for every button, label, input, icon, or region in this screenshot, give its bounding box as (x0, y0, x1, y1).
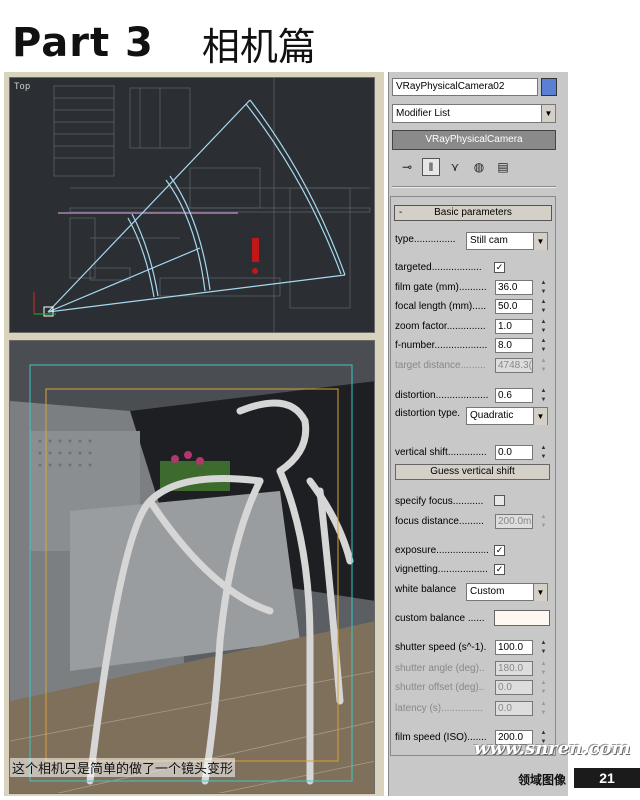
chevron-down-icon: ▼ (533, 408, 547, 425)
chevron-down-icon: ▼ (533, 233, 547, 250)
film-gate-spinner[interactable]: ▲ ▼ (539, 280, 548, 295)
distortion-input[interactable]: 0.6 (495, 388, 533, 403)
figure-caption: 这个相机只是简单的做了一个镜头变形 (10, 758, 236, 777)
site-watermark: www.snren.com (474, 738, 631, 759)
zoom-factor-input[interactable]: 1.0 (495, 319, 533, 334)
target-distance-input: 4748.3( (495, 358, 533, 373)
shutter-offset-spinner: ▲ ▼ (540, 680, 547, 695)
render-preview (10, 341, 374, 793)
white-balance-value: Custom (470, 586, 505, 597)
collapse-icon: - (399, 207, 403, 218)
focal-length-spinner[interactable]: ▲ ▼ (539, 299, 548, 314)
latency-input: 0.0 (495, 701, 533, 716)
vignetting-label: vignetting.................. (395, 564, 488, 575)
zoom-factor-label: zoom factor.............. (395, 321, 486, 332)
distortion-label: distortion................... (395, 390, 489, 401)
focal-length-label: focal length (mm)..... (395, 301, 487, 312)
f-number-label: f-number................... (395, 340, 488, 351)
rollout-title: Basic parameters (434, 207, 512, 218)
divider (392, 186, 556, 188)
type-value: Still cam (470, 235, 508, 246)
specify-focus-label: specify focus........... (395, 496, 484, 507)
f-number-input[interactable]: 8.0 (495, 338, 533, 353)
rollout-header[interactable]: - Basic parameters (394, 205, 552, 221)
vignetting-checkbox[interactable]: ✓ (494, 564, 505, 575)
white-balance-dropdown[interactable]: Custom ▼ (466, 583, 548, 601)
vertical-shift-spinner[interactable]: ▲ ▼ (539, 445, 548, 460)
part-number: Part 3 (12, 20, 154, 66)
shutter-speed-spinner[interactable]: ▲ ▼ (539, 640, 548, 655)
page-number: 21 (574, 768, 640, 788)
shutter-speed-input[interactable]: 100.0 (495, 640, 533, 655)
make-unique-icon[interactable]: ⋎ (446, 158, 464, 176)
vertical-shift-label: vertical shift.............. (395, 447, 487, 458)
distortion-type-dropdown[interactable]: Quadratic ▼ (466, 407, 548, 425)
film-speed-label: film speed (ISO)....... (395, 732, 487, 743)
shutter-angle-input: 180.0 (495, 661, 533, 676)
modifier-list-label: Modifier List (396, 108, 450, 119)
shutter-speed-label: shutter speed (s^-1). (395, 642, 487, 653)
top-viewport[interactable]: Top (9, 77, 375, 333)
latency-spinner: ▲ ▼ (540, 701, 547, 716)
shutter-offset-label: shutter offset (deg).. (395, 682, 485, 693)
focus-distance-label: focus distance......... (395, 516, 484, 527)
stack-toolbar: ⊸ ‖ ⋎ ◍ ▤ (392, 156, 556, 178)
exposure-checkbox[interactable]: ✓ (494, 545, 505, 556)
film-gate-input[interactable]: 36.0 (495, 280, 533, 295)
shutter-angle-spinner: ▲ ▼ (540, 661, 547, 676)
distortion-type-value: Quadratic (470, 410, 514, 421)
shutter-angle-label: shutter angle (deg).. (395, 663, 485, 674)
type-label: type............... (395, 234, 456, 245)
object-name-field[interactable]: VRayPhysicalCamera02 (392, 78, 538, 96)
section-name: 领域图像 (518, 773, 567, 787)
page-title: 相机篇 (201, 24, 316, 69)
specify-focus-checkbox[interactable] (494, 495, 505, 506)
exposure-label: exposure................... (395, 545, 489, 556)
pin-stack-icon[interactable]: ⊸ (398, 158, 416, 176)
zoom-factor-spinner[interactable]: ▲ ▼ (539, 319, 548, 334)
perspective-viewport[interactable] (9, 340, 375, 794)
chevron-down-icon: ▼ (533, 584, 547, 601)
distortion-type-label: distortion type. (395, 408, 461, 419)
remove-modifier-icon[interactable]: ◍ (470, 158, 488, 176)
targeted-label: targeted.................. (395, 262, 482, 273)
type-dropdown[interactable]: Still cam ▼ (466, 232, 548, 250)
target-distance-spinner: ▲ ▼ (540, 358, 547, 373)
distortion-spinner[interactable]: ▲ ▼ (539, 388, 548, 403)
focus-distance-input: 200.0m (495, 514, 533, 529)
shutter-offset-input: 0.0 (495, 680, 533, 695)
custom-balance-label: custom balance ...... (395, 613, 485, 624)
show-end-result-icon[interactable]: ‖ (422, 158, 440, 176)
top-view-drawing (33, 78, 371, 332)
custom-balance-color[interactable] (494, 610, 550, 626)
white-balance-label: white balance (395, 584, 457, 595)
film-gate-label: film gate (mm).......... (395, 282, 487, 293)
focal-length-input[interactable]: 50.0 (495, 299, 533, 314)
modifier-stack-item[interactable]: VRayPhysicalCamera (392, 130, 556, 150)
viewport-label-top: Top (14, 82, 31, 92)
configure-modifier-sets-icon[interactable]: ▤ (494, 158, 512, 176)
f-number-spinner[interactable]: ▲ ▼ (539, 338, 548, 353)
object-color-swatch[interactable] (541, 78, 557, 96)
page-header: Part 3 相机篇 (12, 18, 316, 69)
focus-distance-spinner: ▲ ▼ (540, 514, 547, 529)
guess-vertical-shift-button[interactable]: Guess vertical shift (395, 464, 550, 480)
targeted-checkbox[interactable]: ✓ (494, 262, 505, 273)
vertical-shift-input[interactable]: 0.0 (495, 445, 533, 460)
latency-label: latency (s)............... (395, 703, 483, 714)
target-distance-label: target distance......... (395, 360, 486, 371)
modifier-list-dropdown[interactable]: Modifier List ▼ (392, 104, 556, 123)
chevron-down-icon: ▼ (541, 105, 555, 122)
